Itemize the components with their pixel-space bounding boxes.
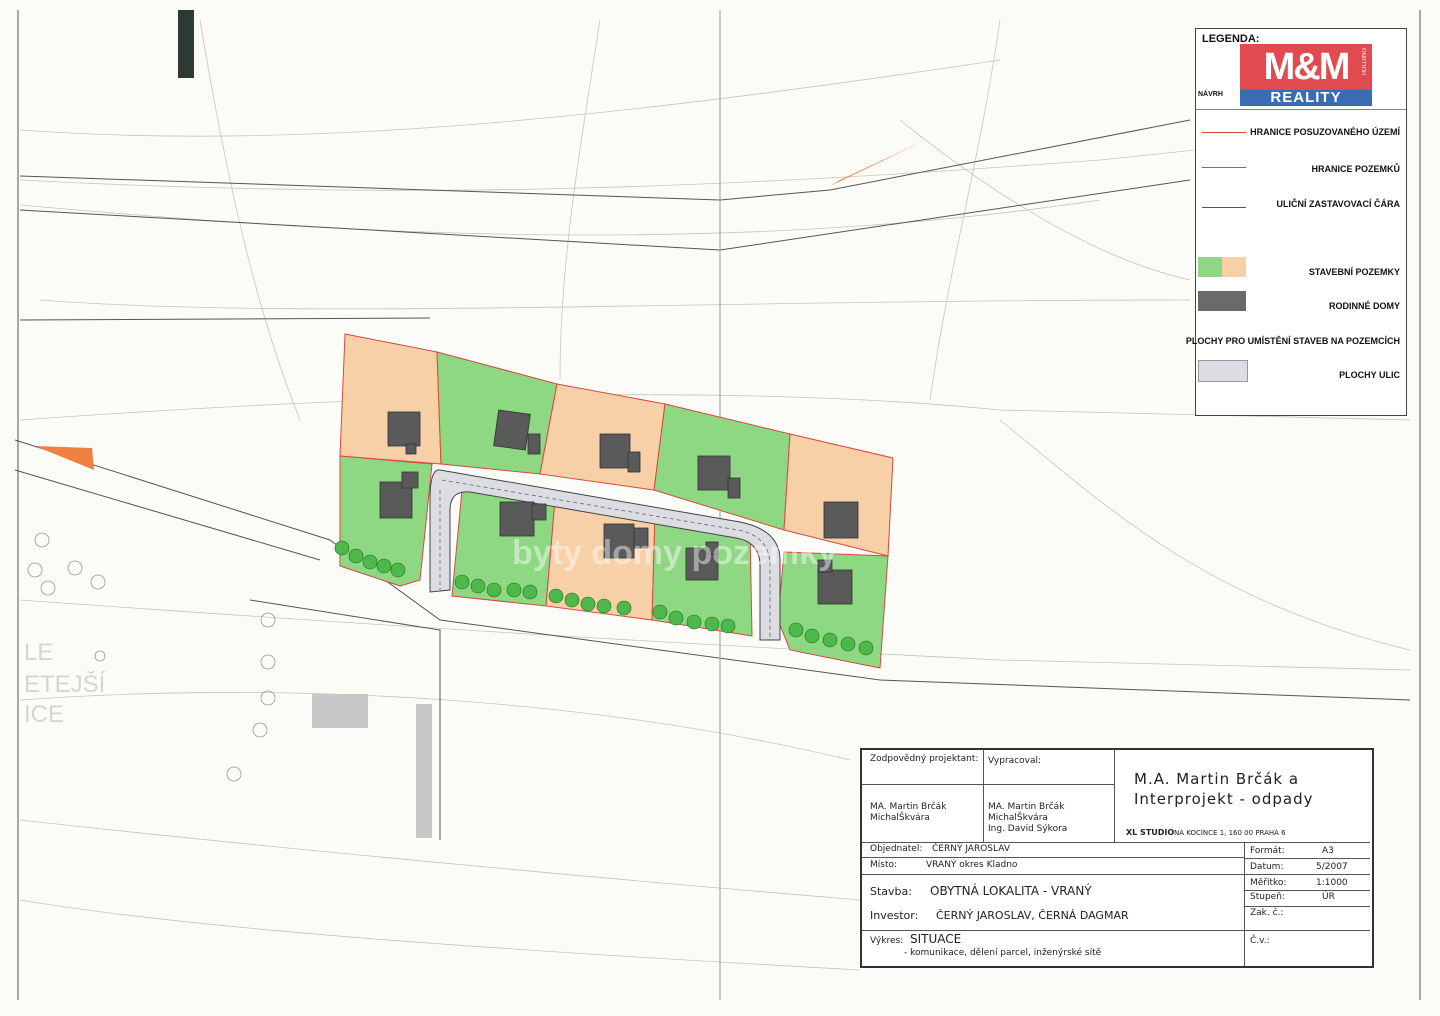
legend-item-6: PLOCHY PRO UMÍSTĚNÍ STAVEB NA POZEMCÍCH <box>1185 336 1400 346</box>
left-labels: LE ETEJŠÍ ICE <box>24 639 106 728</box>
vypracoval-label: Vypracoval: <box>988 756 1041 766</box>
zodpovedny-label: Zodpovědný projektant: <box>870 754 979 764</box>
vypracoval-name-2: MichalŠkvára <box>988 813 1048 823</box>
format-label: Formát: <box>1250 846 1285 856</box>
mm-reality-logo: M&M HOLDING REALITY <box>1240 44 1372 106</box>
left-label-2: ETEJŠÍ <box>24 670 106 698</box>
misto-value: VRANÝ okres Kladno <box>926 860 1018 870</box>
company-line-1: M.A. Martin Brčák a <box>1134 770 1300 788</box>
parcel-2 <box>436 351 558 475</box>
stavba-value: OBYTNÁ LOKALITA - VRANÝ <box>930 884 1092 898</box>
house-1 <box>387 411 421 447</box>
investor-label: Investor: <box>870 909 919 922</box>
legend-item-1: HRANICE POSUZOVANÉHO ÚZEMÍ <box>1250 127 1400 137</box>
house-2 <box>493 409 531 451</box>
legend-item-3: ULIČNÍ ZASTAVOVACÍ ČÁRA <box>1276 199 1401 209</box>
dark-strip <box>178 10 194 78</box>
vykres-label: Výkres: <box>870 936 904 946</box>
vykres-sub: - komunikace, dělení parcel, inženýrské … <box>904 948 1102 958</box>
investor-value: ČERNÝ JAROSLAV, ČERNÁ DAGMAR <box>936 909 1129 922</box>
zodpovedny-name-2: MichalŠkvára <box>870 813 930 823</box>
stupen-label: Stupeň: <box>1250 892 1285 902</box>
grey-strip <box>416 704 432 838</box>
orange-wedge-right <box>830 138 930 186</box>
company-line-2: Interprojekt - odpady <box>1134 790 1314 808</box>
studio-name: XL STUDIO <box>1126 828 1175 837</box>
house-4 <box>697 455 731 491</box>
meritko-label: Měřítko: <box>1250 878 1287 888</box>
legend-item-2: HRANICE POZEMKŮ <box>1311 164 1400 174</box>
vypracoval-name-3: Ing. David Sýkora <box>988 824 1068 834</box>
grey-rect <box>312 694 368 728</box>
legend-item-4: STAVEBNÍ POZEMKY <box>1308 267 1400 277</box>
vykres-value: SITUACE <box>910 932 962 946</box>
house-3 <box>599 433 631 469</box>
legend-navrh: NÁVRH <box>1198 91 1223 98</box>
tree-circles <box>27 532 276 782</box>
cv-label: Č.v.: <box>1250 936 1270 946</box>
datum-value: 5/2007 <box>1316 862 1348 872</box>
format-value: A3 <box>1322 846 1334 856</box>
title-block: Zodpovědný projektant: Vypracoval: MA. M… <box>860 748 1374 968</box>
objednatel-label: Objednatel: <box>870 844 923 854</box>
meritko-value: 1:1000 <box>1316 878 1348 888</box>
misto-label: Místo: <box>870 860 898 870</box>
datum-label: Datum: <box>1250 862 1284 872</box>
stavba-label: Stavba: <box>870 885 912 898</box>
house-10 <box>817 569 853 605</box>
house-7 <box>499 501 535 537</box>
legend-item-7: PLOCHY ULIC <box>1339 370 1400 380</box>
vypracoval-name-1: MA. Martin Brčák <box>988 802 1065 812</box>
left-label-3: ICE <box>24 701 64 728</box>
stupen-value: ÚR <box>1322 892 1335 902</box>
house-5 <box>823 501 859 539</box>
legend-item-5: RODINNÉ DOMY <box>1328 301 1400 311</box>
logo-top: M&M <box>1240 44 1372 90</box>
objednatel-value: ČERNÝ JAROSLAV <box>932 844 1010 854</box>
logo-holding: HOLDING <box>1362 48 1368 76</box>
logo-bottom: REALITY <box>1240 90 1372 106</box>
studio-address: NA KOCÍNCE 1, 160 00 PRAHA 6 <box>1174 829 1286 837</box>
zak-label: Zak. č.: <box>1250 908 1284 918</box>
left-label-1: LE <box>24 639 53 666</box>
zodpovedny-name-1: MA. Martin Brčák <box>870 802 947 812</box>
watermark: byty domy pozemky <box>512 534 837 572</box>
